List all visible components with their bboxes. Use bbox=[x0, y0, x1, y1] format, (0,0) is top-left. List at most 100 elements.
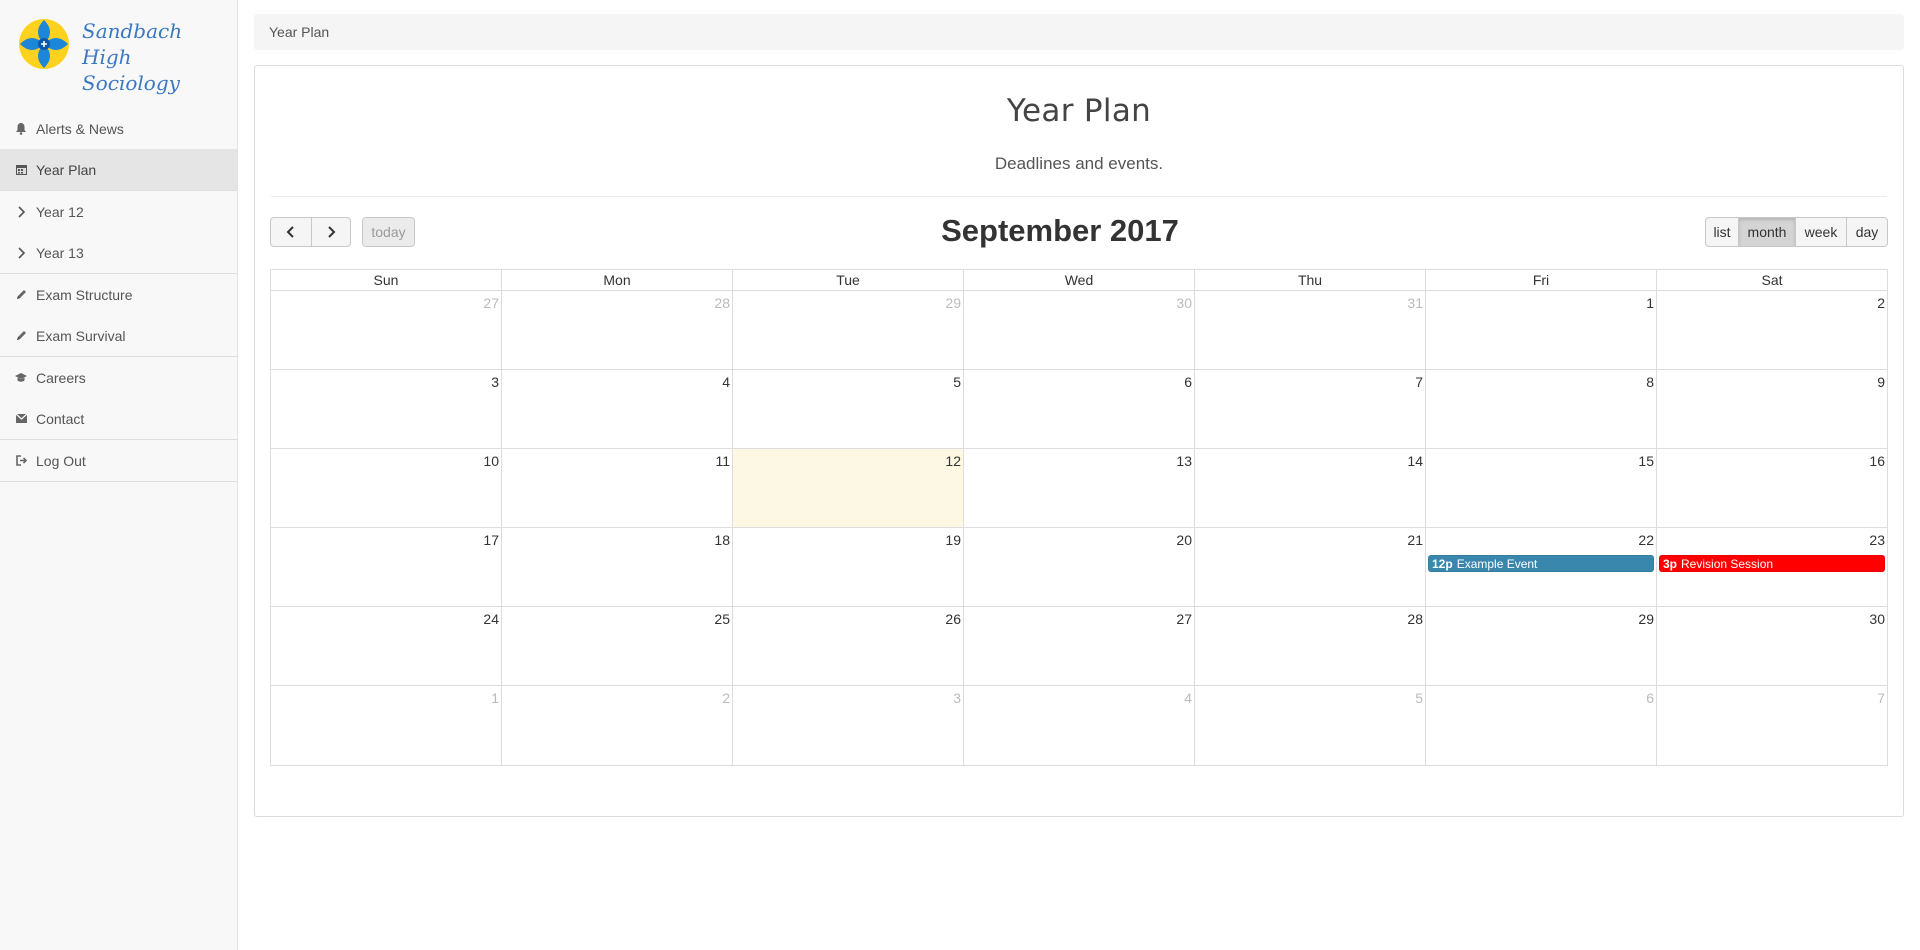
day-cell[interactable]: 14 bbox=[1195, 449, 1426, 527]
pencil-icon bbox=[14, 288, 28, 302]
view-day-button[interactable]: day bbox=[1846, 217, 1888, 247]
day-number: 13 bbox=[1176, 453, 1192, 469]
view-list-button[interactable]: list bbox=[1705, 217, 1739, 247]
day-cell[interactable]: 6 bbox=[964, 370, 1195, 448]
day-cell[interactable]: 23 3p Revision Session bbox=[1657, 528, 1887, 606]
sidebar-item-label: Careers bbox=[36, 369, 86, 386]
day-cell[interactable]: 19 bbox=[733, 528, 964, 606]
day-number: 26 bbox=[945, 611, 961, 627]
week-row: 1 2 3 4 5 6 7 bbox=[271, 686, 1887, 765]
day-cell[interactable]: 2 bbox=[502, 686, 733, 765]
day-cell[interactable]: 28 bbox=[502, 291, 733, 369]
day-cell[interactable]: 2 bbox=[1657, 291, 1887, 369]
day-cell[interactable]: 16 bbox=[1657, 449, 1887, 527]
day-cell-today[interactable]: 12 bbox=[733, 449, 964, 527]
day-number: 21 bbox=[1407, 532, 1423, 548]
day-cell[interactable]: 26 bbox=[733, 607, 964, 685]
day-cell[interactable]: 29 bbox=[1426, 607, 1657, 685]
day-cell[interactable]: 1 bbox=[271, 686, 502, 765]
next-month-button[interactable] bbox=[311, 217, 351, 247]
day-cell[interactable]: 24 bbox=[271, 607, 502, 685]
day-number: 23 bbox=[1869, 532, 1885, 548]
sidebar-item-contact[interactable]: Contact bbox=[0, 398, 237, 439]
day-cell[interactable]: 5 bbox=[733, 370, 964, 448]
weekday-sun: Sun bbox=[271, 270, 502, 290]
week-row: 3 4 5 6 7 8 9 bbox=[271, 370, 1887, 449]
calendar-event[interactable]: 12p Example Event bbox=[1428, 555, 1654, 572]
sidebar-item-alerts-news[interactable]: Alerts & News bbox=[0, 108, 237, 149]
brand[interactable]: Sandbach High Sociology bbox=[0, 0, 237, 108]
day-cell[interactable]: 22 12p Example Event bbox=[1426, 528, 1657, 606]
nav-group: Alerts & News Year Plan bbox=[0, 108, 237, 191]
day-cell[interactable]: 5 bbox=[1195, 686, 1426, 765]
event-title: Revision Session bbox=[1681, 557, 1774, 571]
sidebar-item-careers[interactable]: Careers bbox=[0, 357, 237, 398]
day-number: 31 bbox=[1407, 295, 1423, 311]
day-number: 5 bbox=[953, 374, 961, 390]
day-number: 28 bbox=[714, 295, 730, 311]
day-cell[interactable]: 30 bbox=[1657, 607, 1887, 685]
day-number: 29 bbox=[945, 295, 961, 311]
sidebar-item-label: Log Out bbox=[36, 452, 86, 469]
day-cell[interactable]: 4 bbox=[964, 686, 1195, 765]
day-cell[interactable]: 8 bbox=[1426, 370, 1657, 448]
day-number: 4 bbox=[722, 374, 730, 390]
day-cell[interactable]: 28 bbox=[1195, 607, 1426, 685]
nav-group: Log Out bbox=[0, 440, 237, 482]
day-number: 1 bbox=[491, 690, 499, 706]
sidebar-nav: Alerts & News Year Plan Year 12 Year 13 Exam… bbox=[0, 108, 237, 482]
day-cell[interactable]: 18 bbox=[502, 528, 733, 606]
day-cell[interactable]: 9 bbox=[1657, 370, 1887, 448]
day-cell[interactable]: 13 bbox=[964, 449, 1195, 527]
sidebar-item-log-out[interactable]: Log Out bbox=[0, 440, 237, 481]
breadcrumb: Year Plan bbox=[254, 14, 1904, 50]
sidebar-item-exam-structure[interactable]: Exam Structure bbox=[0, 274, 237, 315]
day-cell[interactable]: 31 bbox=[1195, 291, 1426, 369]
sidebar-item-year-12[interactable]: Year 12 bbox=[0, 191, 237, 232]
day-number: 30 bbox=[1869, 611, 1885, 627]
sidebar-item-exam-survival[interactable]: Exam Survival bbox=[0, 315, 237, 356]
day-number: 24 bbox=[483, 611, 499, 627]
day-number: 19 bbox=[945, 532, 961, 548]
day-cell[interactable]: 29 bbox=[733, 291, 964, 369]
sidebar-item-year-plan[interactable]: Year Plan bbox=[0, 149, 237, 190]
week-row: 10 11 12 13 14 15 16 bbox=[271, 449, 1887, 528]
day-cell[interactable]: 15 bbox=[1426, 449, 1657, 527]
day-cell[interactable]: 21 bbox=[1195, 528, 1426, 606]
view-week-button[interactable]: week bbox=[1795, 217, 1847, 247]
day-cell[interactable]: 6 bbox=[1426, 686, 1657, 765]
weekday-wed: Wed bbox=[964, 270, 1195, 290]
day-cell[interactable]: 3 bbox=[733, 686, 964, 765]
day-cell[interactable]: 7 bbox=[1195, 370, 1426, 448]
day-cell[interactable]: 4 bbox=[502, 370, 733, 448]
day-cell[interactable]: 25 bbox=[502, 607, 733, 685]
day-cell[interactable]: 1 bbox=[1426, 291, 1657, 369]
day-number: 3 bbox=[491, 374, 499, 390]
chevron-right-icon bbox=[14, 246, 28, 260]
today-button[interactable]: today bbox=[362, 217, 415, 247]
day-number: 17 bbox=[483, 532, 499, 548]
day-number: 30 bbox=[1176, 295, 1192, 311]
day-cell[interactable]: 30 bbox=[964, 291, 1195, 369]
prev-month-button[interactable] bbox=[270, 217, 312, 247]
day-cell[interactable]: 7 bbox=[1657, 686, 1887, 765]
nav-group: Exam Structure Exam Survival bbox=[0, 274, 237, 357]
day-cell[interactable]: 27 bbox=[964, 607, 1195, 685]
day-cell[interactable]: 11 bbox=[502, 449, 733, 527]
logo-icon bbox=[19, 19, 69, 69]
calendar-event[interactable]: 3p Revision Session bbox=[1659, 555, 1885, 572]
weekday-thu: Thu bbox=[1195, 270, 1426, 290]
day-cell[interactable]: 20 bbox=[964, 528, 1195, 606]
event-title: Example Event bbox=[1456, 557, 1538, 571]
brand-line-1: Sandbach High bbox=[82, 19, 183, 69]
day-cell[interactable]: 3 bbox=[271, 370, 502, 448]
calendar-title: September 2017 bbox=[941, 213, 1179, 248]
sidebar-item-year-13[interactable]: Year 13 bbox=[0, 232, 237, 273]
day-cell[interactable]: 27 bbox=[271, 291, 502, 369]
log-out-icon bbox=[14, 454, 28, 468]
day-number: 27 bbox=[1176, 611, 1192, 627]
day-cell[interactable]: 10 bbox=[271, 449, 502, 527]
day-cell[interactable]: 17 bbox=[271, 528, 502, 606]
view-month-button[interactable]: month bbox=[1738, 217, 1796, 247]
brand-line-2: Sociology bbox=[82, 71, 180, 95]
